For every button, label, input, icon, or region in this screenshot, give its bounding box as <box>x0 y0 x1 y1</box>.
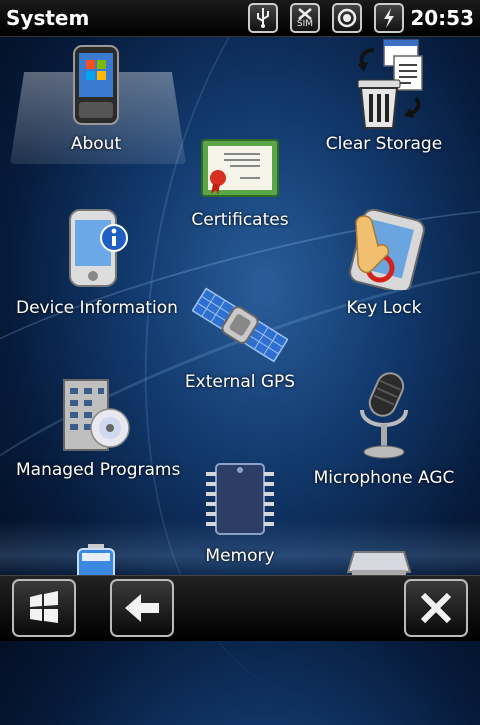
managed-programs-item[interactable]: Managed Programs <box>16 376 181 480</box>
device-info-icon <box>69 209 128 287</box>
bottom-bar <box>0 575 480 641</box>
microphone-icon <box>360 372 408 459</box>
building-disc-icon <box>63 379 130 451</box>
satellite-icon <box>191 287 289 363</box>
clock: 20:53 <box>410 6 474 30</box>
clear-storage-item[interactable]: Clear Storage <box>304 38 464 154</box>
external-gps-label: External GPS <box>184 372 296 392</box>
close-icon <box>420 592 452 624</box>
certificates-label: Certificates <box>191 210 289 230</box>
connection-icon[interactable] <box>332 3 362 33</box>
memory-chip-icon <box>206 463 274 535</box>
windows-flag-icon <box>30 591 58 623</box>
sim-label: SIM <box>296 18 314 29</box>
clear-storage-label: Clear Storage <box>325 134 443 154</box>
memory-item[interactable]: Memory <box>160 460 320 566</box>
microphone-agc-item[interactable]: Microphone AGC <box>304 370 464 488</box>
key-lock-item[interactable]: Key Lock <box>304 206 464 318</box>
status-bar: System SIM 20:53 <box>0 0 480 37</box>
no-sim-icon[interactable]: SIM <box>290 3 320 33</box>
about-label: About <box>70 134 122 154</box>
start-button[interactable] <box>12 579 76 637</box>
memory-label: Memory <box>205 546 275 566</box>
power-icon[interactable] <box>374 3 404 33</box>
device-information-label: Device Information <box>16 298 178 318</box>
screen-icon[interactable] <box>344 548 414 575</box>
key-lock-icon <box>349 208 425 294</box>
certificate-icon <box>201 139 279 197</box>
about-item[interactable]: About <box>16 44 176 154</box>
close-button[interactable] <box>404 579 468 637</box>
microphone-agc-label: Microphone AGC <box>313 468 455 488</box>
page-title: System <box>6 6 90 30</box>
key-lock-label: Key Lock <box>346 298 422 318</box>
usb-icon[interactable] <box>248 3 278 33</box>
managed-programs-label: Managed Programs <box>16 460 181 480</box>
device-information-item[interactable]: Device Information <box>16 206 178 318</box>
back-arrow-icon <box>125 594 159 622</box>
trash-files-icon <box>357 39 423 129</box>
external-gps-item[interactable]: External GPS <box>160 286 320 392</box>
phone-windows-icon <box>73 45 119 125</box>
certificates-item[interactable]: Certificates <box>160 136 320 230</box>
back-button[interactable] <box>110 579 174 637</box>
battery-icon[interactable] <box>74 544 118 575</box>
